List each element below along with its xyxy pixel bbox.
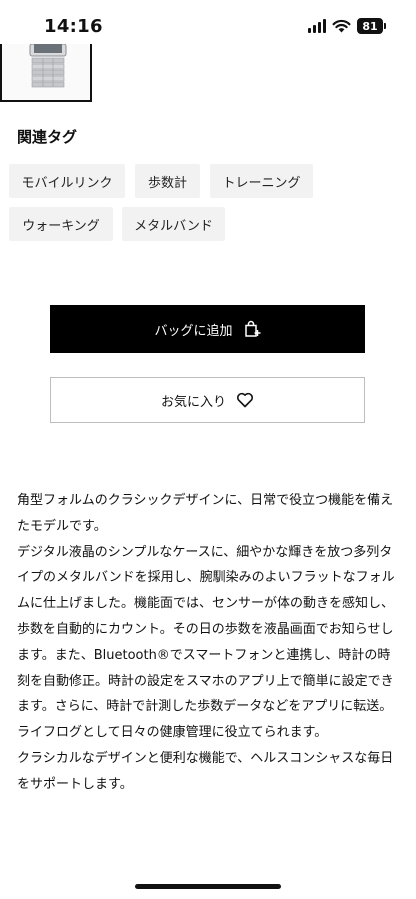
- home-indicator: [135, 884, 281, 889]
- battery-icon: 81: [357, 18, 386, 34]
- watch-thumbnail-image: [29, 44, 67, 88]
- cellular-signal-icon: [308, 19, 326, 33]
- tag-mobile-link[interactable]: モバイルリンク: [9, 164, 125, 198]
- tag-metal-band[interactable]: メタルバンド: [122, 207, 225, 241]
- wifi-icon: [332, 19, 351, 33]
- description-paragraph: デジタル液晶のシンプルなケースに、細やかな輝きを放つ多列タイプのメタルバンドを採…: [17, 544, 395, 741]
- description-paragraph: 角型フォルムのクラシックデザインに、日常で役立つ機能を備えたモデルです。: [17, 493, 394, 534]
- description-paragraph: クラシカルなデザインと便利な機能で、ヘルスコンシャスな毎日をサポートします。: [17, 750, 394, 792]
- battery-level: 81: [357, 18, 383, 34]
- tag-training[interactable]: トレーニング: [210, 164, 313, 198]
- related-tags-title: 関連タグ: [17, 128, 78, 146]
- product-description: 角型フォルムのクラシックデザインに、日常で役立つ機能を備えたモデルです。 デジタ…: [17, 488, 399, 798]
- favorite-label: お気に入り: [160, 394, 226, 410]
- add-to-bag-label: バッグに追加: [154, 323, 233, 339]
- status-icons: 81: [308, 18, 386, 34]
- status-time: 14:16: [44, 16, 103, 37]
- tag-pedometer[interactable]: 歩数計: [135, 164, 200, 198]
- add-to-bag-button[interactable]: バッグに追加: [50, 305, 365, 353]
- favorite-button[interactable]: お気に入り: [50, 377, 365, 423]
- shopping-bag-plus-icon: [243, 320, 261, 338]
- heart-outline-icon: [236, 392, 254, 408]
- tag-walking[interactable]: ウォーキング: [9, 207, 113, 241]
- product-thumbnail[interactable]: [0, 44, 92, 102]
